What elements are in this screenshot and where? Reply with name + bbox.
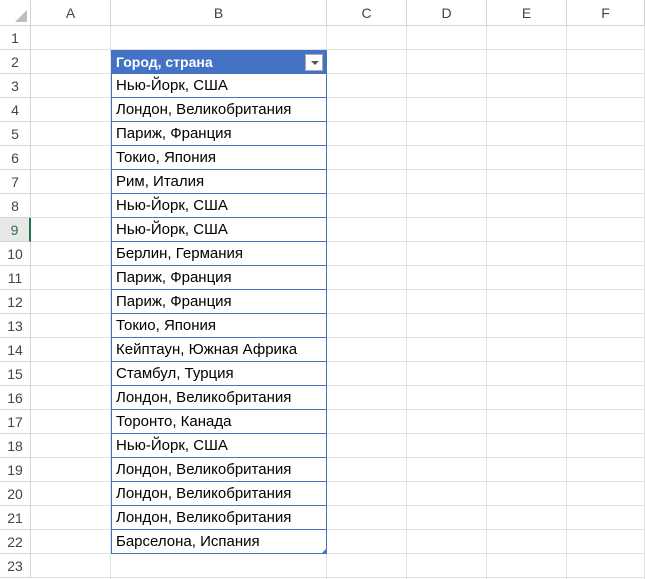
select-all-triangle-icon: [15, 10, 27, 22]
row-header-2[interactable]: 2: [0, 50, 31, 74]
table-row[interactable]: Нью-Йорк, США: [111, 74, 327, 98]
chevron-down-icon: [311, 61, 319, 65]
spreadsheet-grid: ABCDEF 1 2 3 4 5 6 7 8 9 10 11 12 13 14 15 16 17 18 19 20 21…: [0, 0, 645, 579]
column-header-d[interactable]: D: [407, 0, 487, 26]
row-header-10[interactable]: 10: [0, 242, 31, 266]
table-row[interactable]: Нью-Йорк, США: [111, 218, 327, 242]
row-header-17[interactable]: 17: [0, 410, 31, 434]
row-header-23[interactable]: 23: [0, 554, 31, 578]
row-header-7[interactable]: 7: [0, 170, 31, 194]
table-header-cell[interactable]: Город, страна: [111, 50, 327, 74]
select-all-button[interactable]: [0, 0, 31, 26]
row-header-22[interactable]: 22: [0, 530, 31, 554]
column-header-f[interactable]: F: [567, 0, 645, 26]
table-row[interactable]: Лондон, Великобритания: [111, 386, 327, 410]
row-header-12[interactable]: 12: [0, 290, 31, 314]
table-row[interactable]: Токио, Япония: [111, 146, 327, 170]
filter-dropdown-button[interactable]: [305, 54, 323, 71]
row-header-18[interactable]: 18: [0, 434, 31, 458]
gridline-vertical: [566, 26, 567, 579]
table-row[interactable]: Нью-Йорк, США: [111, 194, 327, 218]
row-header-3[interactable]: 3: [0, 74, 31, 98]
row-header-1[interactable]: 1: [0, 26, 31, 50]
table-row[interactable]: Париж, Франция: [111, 122, 327, 146]
gridline-vertical: [406, 26, 407, 579]
table-row[interactable]: Лондон, Великобритания: [111, 98, 327, 122]
row-header-20[interactable]: 20: [0, 482, 31, 506]
table-row[interactable]: Берлин, Германия: [111, 242, 327, 266]
column-header-e[interactable]: E: [487, 0, 567, 26]
row-header-13[interactable]: 13: [0, 314, 31, 338]
column-header-a[interactable]: A: [31, 0, 111, 26]
row-header-19[interactable]: 19: [0, 458, 31, 482]
column-header-b[interactable]: B: [111, 0, 327, 26]
row-header-6[interactable]: 6: [0, 146, 31, 170]
row-header-21[interactable]: 21: [0, 506, 31, 530]
table-resize-handle[interactable]: [321, 549, 326, 554]
row-header-4[interactable]: 4: [0, 98, 31, 122]
row-header-9[interactable]: 9: [0, 218, 31, 242]
gridline-vertical: [486, 26, 487, 579]
table-row[interactable]: Рим, Италия: [111, 170, 327, 194]
table-row[interactable]: Лондон, Великобритания: [111, 458, 327, 482]
table-row[interactable]: Торонто, Канада: [111, 410, 327, 434]
table-row[interactable]: Стамбул, Турция: [111, 362, 327, 386]
table-row[interactable]: Токио, Япония: [111, 314, 327, 338]
row-header-16[interactable]: 16: [0, 386, 31, 410]
table-row[interactable]: Барселона, Испания: [111, 530, 327, 554]
table-row[interactable]: Париж, Франция: [111, 266, 327, 290]
row-header-8[interactable]: 8: [0, 194, 31, 218]
table-header-label: Город, страна: [116, 54, 213, 70]
table-row[interactable]: Париж, Франция: [111, 290, 327, 314]
table-row[interactable]: Нью-Йорк, США: [111, 434, 327, 458]
table-row[interactable]: Лондон, Великобритания: [111, 482, 327, 506]
row-header-15[interactable]: 15: [0, 362, 31, 386]
row-header-11[interactable]: 11: [0, 266, 31, 290]
gridline-horizontal: [31, 577, 645, 578]
column-header-c[interactable]: C: [327, 0, 407, 26]
row-header-14[interactable]: 14: [0, 338, 31, 362]
table-row[interactable]: Лондон, Великобритания: [111, 506, 327, 530]
row-header-5[interactable]: 5: [0, 122, 31, 146]
table-row[interactable]: Кейптаун, Южная Африка: [111, 338, 327, 362]
